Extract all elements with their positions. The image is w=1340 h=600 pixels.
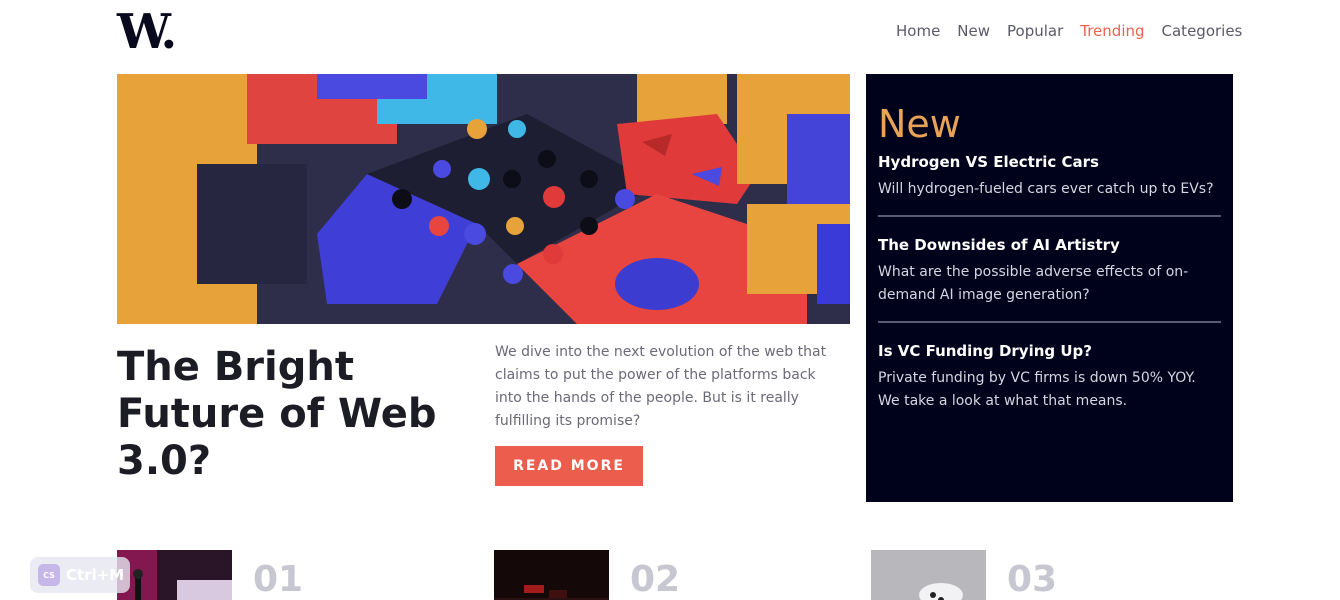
hero-abstract-blocks-illustration [117,74,850,324]
article-number: 03 [1007,559,1058,600]
nav-new[interactable]: New [957,22,990,40]
hero-image [117,74,850,324]
article-thumbnail[interactable] [871,550,986,600]
new-article-title[interactable]: Hydrogen VS Electric Cars [878,152,1221,172]
nav-categories[interactable]: Categories [1162,22,1243,40]
new-article-title[interactable]: Is VC Funding Drying Up? [878,341,1221,361]
new-article-item[interactable]: Is VC Funding Drying Up? Private funding… [878,341,1221,413]
article-thumbnail[interactable] [117,550,232,600]
divider [878,215,1221,217]
new-article-desc: Private funding by VC firms is down 50% … [878,370,1196,409]
new-article-desc: What are the possible adverse effects of… [878,264,1189,303]
new-article-item[interactable]: Hydrogen VS Electric Cars Will hydrogen-… [878,152,1221,201]
nav-trending[interactable]: Trending [1080,22,1144,40]
keyboard-thumbnail [494,550,609,600]
shortcut-label: Ctrl+M [66,566,125,584]
main-nav: Home New Popular Trending Categories [896,22,1242,40]
site-logo[interactable]: W. [117,8,177,56]
shortcut-overlay[interactable]: CS Ctrl+M [30,557,130,593]
gaming-setup-thumbnail [117,550,232,600]
new-article-desc: Will hydrogen-fueled cars ever catch up … [878,181,1214,197]
read-more-button[interactable]: READ MORE [495,446,643,486]
nav-popular[interactable]: Popular [1007,22,1063,40]
logo-letter: W [117,4,163,60]
article-number: 01 [253,559,304,600]
article-number: 02 [630,559,681,600]
new-heading: New [878,102,961,146]
hero-title: The Bright Future of Web 3.0? [117,344,437,484]
logo-dot: . [160,4,177,60]
divider [878,321,1221,323]
nav-home[interactable]: Home [896,22,940,40]
new-article-title[interactable]: The Downsides of AI Artistry [878,235,1221,255]
article-thumbnail[interactable] [494,550,609,600]
new-article-item[interactable]: The Downsides of AI Artistry What are th… [878,235,1221,307]
vr-controller-thumbnail [871,550,986,600]
extension-icon: CS [38,564,60,586]
new-articles-panel: New Hydrogen VS Electric Cars Will hydro… [866,74,1233,502]
hero-description: We dive into the next evolution of the w… [495,344,827,429]
